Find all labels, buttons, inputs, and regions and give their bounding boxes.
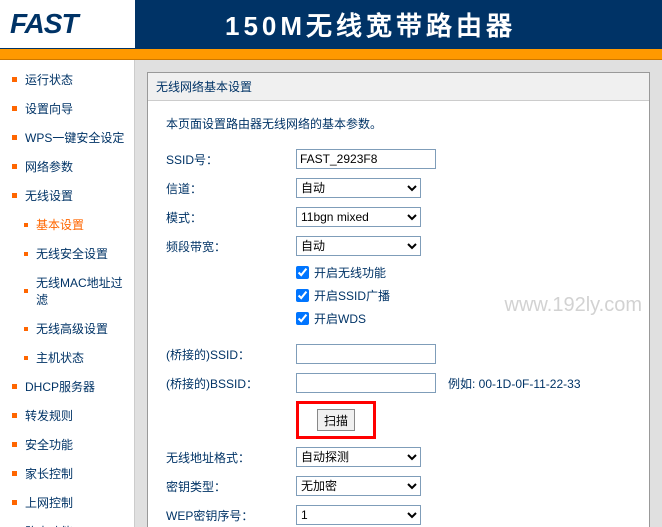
bullet-icon [24, 289, 28, 293]
sidebar-item-label: 路由功能 [25, 523, 73, 527]
sidebar-item-label: 无线高级设置 [36, 320, 108, 337]
sidebar-item-0[interactable]: 运行状态 [0, 65, 134, 94]
header: FAST 150M无线宽带路由器 [0, 0, 662, 48]
bandwidth-select[interactable]: 自动 [296, 236, 421, 256]
sidebar-item-label: 基本设置 [36, 216, 84, 233]
scan-highlight: 扫描 [296, 401, 376, 439]
sidebar-item-3[interactable]: 网络参数 [0, 152, 134, 181]
enable-ssid-broadcast-checkbox[interactable] [296, 289, 309, 302]
sidebar-item-label: 家长控制 [25, 465, 73, 482]
panel-title: 无线网络基本设置 [148, 73, 649, 101]
bullet-icon [12, 164, 17, 169]
ssid-input[interactable] [296, 149, 436, 169]
wep-index-select[interactable]: 1 [296, 505, 421, 525]
enable-wds-label: 开启WDS [314, 310, 366, 327]
wep-index-label: WEP密钥序号： [166, 507, 296, 524]
sidebar-item-11[interactable]: 转发规则 [0, 401, 134, 430]
panel-body: 本页面设置路由器无线网络的基本参数。 SSID号： 信道： 自动 模式： 11b… [148, 101, 649, 527]
sidebar-item-8[interactable]: 无线高级设置 [0, 314, 134, 343]
sidebar-item-label: 网络参数 [25, 158, 73, 175]
addr-format-label: 无线地址格式： [166, 449, 296, 466]
enable-wireless-checkbox[interactable] [296, 266, 309, 279]
bridge-ssid-label: (桥接的)SSID： [166, 346, 296, 363]
sidebar-item-label: DHCP服务器 [25, 378, 95, 395]
bullet-icon [12, 384, 17, 389]
bssid-example: 例如: 00-1D-0F-11-22-33 [448, 375, 581, 392]
sidebar-item-label: 主机状态 [36, 349, 84, 366]
sidebar-item-2[interactable]: WPS一键安全设定 [0, 123, 134, 152]
sidebar-item-label: 安全功能 [25, 436, 73, 453]
bullet-icon [24, 252, 28, 256]
scan-button[interactable]: 扫描 [317, 409, 355, 431]
bridge-bssid-input[interactable] [296, 373, 436, 393]
sidebar-item-4[interactable]: 无线设置 [0, 181, 134, 210]
bandwidth-label: 频段带宽： [166, 238, 296, 255]
bullet-icon [12, 77, 17, 82]
bullet-icon [12, 135, 17, 140]
sidebar-item-label: 运行状态 [25, 71, 73, 88]
bridge-ssid-input[interactable] [296, 344, 436, 364]
bullet-icon [12, 193, 17, 198]
bullet-icon [24, 223, 28, 227]
key-type-label: 密钥类型： [166, 478, 296, 495]
bullet-icon [24, 327, 28, 331]
sidebar-item-label: 设置向导 [25, 100, 73, 117]
addr-format-select[interactable]: 自动探测 [296, 447, 421, 467]
key-type-select[interactable]: 无加密 [296, 476, 421, 496]
bullet-icon [12, 471, 17, 476]
sidebar-item-14[interactable]: 上网控制 [0, 488, 134, 517]
channel-select[interactable]: 自动 [296, 178, 421, 198]
bullet-icon [12, 413, 17, 418]
sidebar-item-label: 无线安全设置 [36, 245, 108, 262]
sidebar-item-label: 上网控制 [25, 494, 73, 511]
logo: FAST [10, 8, 78, 40]
sidebar-item-6[interactable]: 无线安全设置 [0, 239, 134, 268]
sidebar-item-5[interactable]: 基本设置 [0, 210, 134, 239]
channel-label: 信道： [166, 180, 296, 197]
content-area: 无线网络基本设置 本页面设置路由器无线网络的基本参数。 SSID号： 信道： 自… [135, 60, 662, 527]
sidebar: 运行状态设置向导 WPS一键安全设定网络参数无线设置基本设置无线安全设置无线MAC… [0, 60, 135, 527]
main: 运行状态设置向导 WPS一键安全设定网络参数无线设置基本设置无线安全设置无线MAC… [0, 60, 662, 527]
sidebar-item-1[interactable]: 设置向导 [0, 94, 134, 123]
settings-panel: 无线网络基本设置 本页面设置路由器无线网络的基本参数。 SSID号： 信道： 自… [147, 72, 650, 527]
sidebar-item-15[interactable]: 路由功能 [0, 517, 134, 527]
sidebar-item-7[interactable]: 无线MAC地址过滤 [0, 268, 134, 314]
sidebar-item-12[interactable]: 安全功能 [0, 430, 134, 459]
product-title: 150M无线宽带路由器 [135, 0, 662, 48]
enable-wireless-label: 开启无线功能 [314, 264, 386, 281]
logo-area: FAST [0, 0, 135, 48]
sidebar-item-label: 无线MAC地址过滤 [36, 274, 126, 308]
bridge-bssid-label: (桥接的)BSSID： [166, 375, 296, 392]
enable-ssid-broadcast-label: 开启SSID广播 [314, 287, 390, 304]
sidebar-item-label: 转发规则 [25, 407, 73, 424]
divider-bar [0, 48, 662, 60]
bullet-icon [12, 106, 17, 111]
enable-wds-checkbox[interactable] [296, 312, 309, 325]
sidebar-item-13[interactable]: 家长控制 [0, 459, 134, 488]
sidebar-item-9[interactable]: 主机状态 [0, 343, 134, 372]
sidebar-item-label: 无线设置 [25, 187, 73, 204]
sidebar-item-10[interactable]: DHCP服务器 [0, 372, 134, 401]
intro-text: 本页面设置路由器无线网络的基本参数。 [166, 115, 631, 132]
mode-label: 模式： [166, 209, 296, 226]
bullet-icon [24, 356, 28, 360]
bullet-icon [12, 442, 17, 447]
bullet-icon [12, 500, 17, 505]
sidebar-item-label: WPS一键安全设定 [25, 129, 124, 146]
mode-select[interactable]: 11bgn mixed [296, 207, 421, 227]
ssid-label: SSID号： [166, 151, 296, 168]
